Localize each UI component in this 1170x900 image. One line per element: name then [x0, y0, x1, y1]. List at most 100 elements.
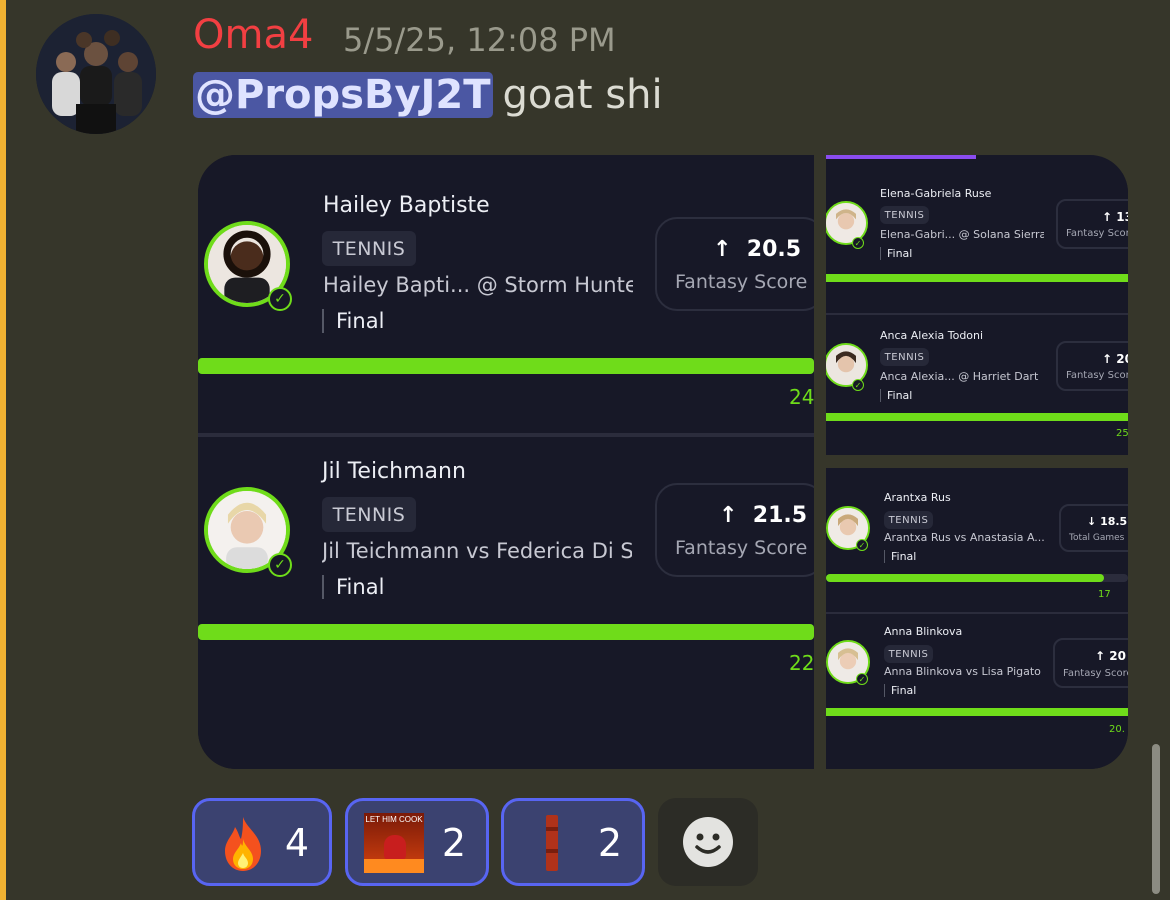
player-name: Elena-Gabriela Ruse: [880, 187, 992, 200]
projection-box: ↑ 21.5 Fantasy Score: [655, 483, 814, 577]
matchup-text: Anna Blinkova vs Lisa Pigato: [884, 665, 1041, 678]
game-status: Final: [880, 389, 912, 402]
result-value: 20.: [1109, 724, 1125, 735]
arrow-up-icon: ↑: [1095, 649, 1106, 663]
check-icon: ✓: [268, 553, 292, 577]
check-icon: ✓: [852, 237, 864, 249]
pick-screenshot[interactable]: ✓ Elena-Gabriela Ruse TENNIS Elena-Gabri…: [826, 155, 1128, 455]
projection-line: ↑ 21.5: [719, 503, 807, 528]
add-reaction-button[interactable]: [658, 798, 758, 886]
sport-tag: TENNIS: [884, 511, 933, 529]
line-value: 21.5: [752, 503, 808, 528]
sport-tag: TENNIS: [880, 206, 929, 224]
image-attachment-small[interactable]: ✓ Elena-Gabriela Ruse TENNIS Elena-Gabri…: [826, 155, 1128, 769]
reaction-fire[interactable]: 4: [192, 798, 332, 886]
projection-box: ↑ 20.5 Fantasy Score: [655, 217, 814, 311]
stat-label: Fantasy Score: [675, 537, 808, 559]
result-value: 24: [789, 385, 814, 409]
result-value: 25: [1116, 428, 1128, 439]
projection-box: ↑ 20 Fantasy Score: [1056, 341, 1128, 391]
stat-label: Fantasy Score: [1063, 668, 1128, 679]
check-icon: ✓: [268, 287, 292, 311]
projection-line: ↑ 20: [1102, 352, 1128, 366]
message-content: @PropsByJ2T goat shi: [193, 72, 663, 118]
message-text: goat shi: [502, 72, 663, 118]
check-icon: ✓: [852, 379, 864, 391]
sport-tag: TENNIS: [884, 645, 933, 663]
line-value: 13: [1116, 210, 1128, 224]
pick-screenshot[interactable]: ✓ Arantxa Rus TENNIS Arantxa Rus vs Anas…: [826, 468, 1128, 769]
progress-fill: [198, 358, 814, 374]
arrow-up-icon: ↑: [1102, 210, 1113, 224]
reaction-count: 4: [284, 821, 309, 865]
player-name: Anna Blinkova: [884, 625, 963, 638]
projection-line: ↑ 20.5: [713, 237, 801, 262]
fire-icon: [225, 817, 261, 871]
smiley-icon: [683, 817, 733, 867]
brick-icon: [546, 815, 558, 871]
progress-fill: [826, 274, 1128, 282]
progress-fill: [826, 413, 1128, 421]
stat-label: Total Games: [1069, 533, 1125, 543]
pick-card: ✓ Jil Teichmann TENNIS Jil Teichmann vs …: [198, 437, 814, 769]
pick-card: ✓ Arantxa Rus TENNIS Arantxa Rus vs Anas…: [826, 468, 1128, 612]
user-mention[interactable]: @PropsByJ2T: [193, 72, 493, 118]
sticker-flames: [364, 859, 424, 873]
reaction-count: 2: [441, 821, 466, 865]
matchup-text: Anca Alexia... @ Harriet Dart: [880, 370, 1039, 383]
game-status: Final: [880, 247, 912, 260]
game-status: Final: [884, 684, 916, 697]
sport-tag: TENNIS: [322, 231, 416, 266]
scrollbar-thumb[interactable]: [1152, 744, 1160, 894]
arrow-up-icon: ↑: [719, 503, 738, 528]
player-name: Arantxa Rus: [884, 491, 951, 504]
pick-card: ✓ Elena-Gabriela Ruse TENNIS Elena-Gabri…: [826, 173, 1128, 313]
reaction-count: 2: [597, 821, 622, 865]
sport-tag: TENNIS: [880, 348, 929, 366]
arrow-up-icon: ↑: [713, 237, 732, 262]
projection-box: ↑ 13 Fantasy Score: [1056, 199, 1128, 249]
line-value: 18.5: [1100, 515, 1128, 528]
message-timestamp: 5/5/25, 12:08 PM: [343, 21, 616, 59]
sticker-caption: LET HIM COOK: [365, 815, 423, 824]
image-attachment-large[interactable]: ✓ Hailey Baptiste TENNIS Hailey Bapti...…: [198, 155, 814, 769]
stat-label: Fantasy Score: [1066, 370, 1128, 381]
stat-label: Fantasy Score: [675, 271, 808, 293]
player-name: Anca Alexia Todoni: [880, 329, 984, 342]
projection-box: ↑ 20 Fantasy Score: [1053, 638, 1128, 688]
projection-line: ↓ 18.5: [1087, 515, 1127, 528]
pick-card: ✓ Anca Alexia Todoni TENNIS Anca Alexia.…: [826, 315, 1128, 455]
reaction-let-him-cook[interactable]: LET HIM COOK 2: [345, 798, 489, 886]
matchup-text: Jil Teichmann vs Federica Di Sarra: [322, 539, 632, 563]
result-value: 17: [1098, 589, 1111, 600]
unread-indicator-bar: [0, 0, 6, 900]
user-avatar[interactable]: [36, 14, 156, 134]
arrow-up-icon: ↑: [1102, 352, 1113, 366]
game-status: Final: [322, 575, 384, 599]
projection-line: ↑ 13: [1102, 210, 1128, 224]
progress-fill: [198, 624, 814, 640]
game-status: Final: [884, 550, 916, 563]
line-value: 20: [1109, 649, 1126, 663]
matchup-text: Hailey Bapti... @ Storm Hunter: [323, 273, 633, 297]
pick-card: ✓ Anna Blinkova TENNIS Anna Blinkova vs …: [826, 614, 1128, 769]
check-icon: ✓: [856, 673, 868, 685]
line-value: 20: [1116, 352, 1128, 366]
arrow-down-icon: ↓: [1087, 515, 1097, 528]
player-name: Hailey Baptiste: [323, 193, 490, 218]
pick-card: ✓ Hailey Baptiste TENNIS Hailey Bapti...…: [198, 155, 814, 433]
story-progress-bar: [826, 155, 976, 159]
result-value: 22: [789, 651, 814, 675]
projection-line: ↑ 20: [1095, 649, 1126, 663]
game-status: Final: [322, 309, 384, 333]
progress-fill: [826, 574, 1104, 582]
sport-tag: TENNIS: [322, 497, 416, 532]
player-name: Jil Teichmann: [322, 459, 466, 484]
let-him-cook-sticker: LET HIM COOK: [364, 813, 424, 873]
message-author[interactable]: Oma4: [193, 12, 313, 58]
reaction-brick[interactable]: 2: [501, 798, 645, 886]
projection-box: ↓ 18.5 Total Games: [1059, 504, 1128, 552]
progress-fill: [826, 708, 1128, 716]
matchup-text: Elena-Gabri... @ Solana Sierra: [880, 228, 1044, 241]
matchup-text: Arantxa Rus vs Anastasia A...: [884, 531, 1045, 544]
